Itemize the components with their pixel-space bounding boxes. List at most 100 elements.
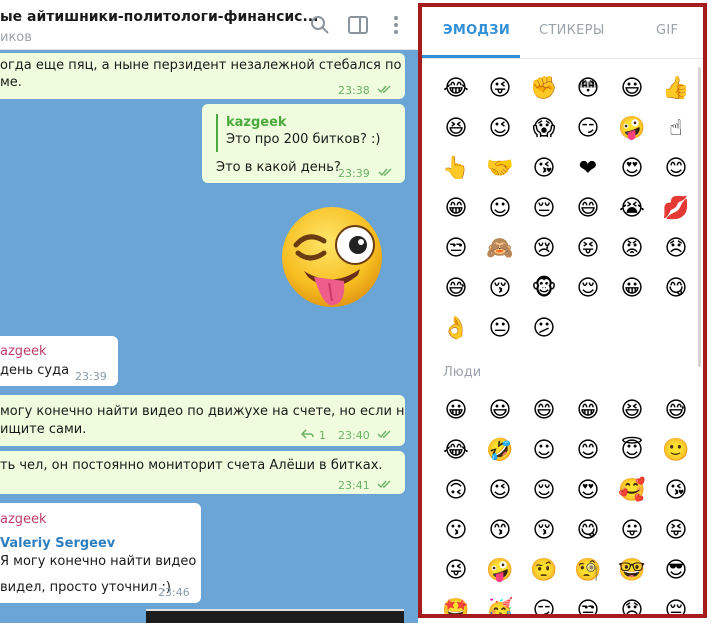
- emoji-item[interactable]: 👌: [442, 315, 470, 343]
- message-incoming[interactable]: azgeek Valeriy Sergeev Я могу конечно на…: [0, 503, 201, 603]
- emoji-item[interactable]: 😅: [442, 275, 470, 303]
- emoji-item[interactable]: 😐: [486, 315, 514, 343]
- emoji-item[interactable]: 😂: [442, 75, 470, 103]
- search-icon[interactable]: [309, 14, 331, 36]
- emoji-item[interactable]: 🤪: [486, 557, 514, 585]
- replies-count[interactable]: 1: [319, 427, 326, 444]
- emoji-item[interactable]: 😝: [574, 235, 602, 263]
- emoji-item[interactable]: 👆: [442, 155, 470, 183]
- emoji-item[interactable]: 😘: [530, 155, 558, 183]
- emoji-item[interactable]: 🥳: [486, 597, 514, 614]
- message-outgoing[interactable]: могу конечно найти видео по движухе на с…: [0, 395, 405, 446]
- forwarded-author[interactable]: Valeriy Sergeev: [0, 535, 115, 552]
- emoji-item[interactable]: 🤩: [442, 597, 470, 614]
- message-outgoing[interactable]: огда еще пяц, а ныне перзидент незалежно…: [0, 53, 405, 99]
- emoji-item[interactable]: 😍: [574, 477, 602, 505]
- emoji-item[interactable]: 😌: [574, 275, 602, 303]
- tab-gif[interactable]: GIF: [656, 23, 678, 38]
- emoji-item[interactable]: 😆: [442, 115, 470, 143]
- emoji-item[interactable]: 😝: [662, 517, 690, 545]
- emoji-item[interactable]: 😔: [662, 597, 690, 614]
- emoji-item[interactable]: 😡: [618, 235, 646, 263]
- emoji-item[interactable]: 😔: [530, 195, 558, 223]
- emoji-item[interactable]: 😜: [442, 557, 470, 585]
- message-incoming[interactable]: azgeek день суда 23:39: [0, 336, 118, 386]
- emoji-item[interactable]: 😚: [486, 275, 514, 303]
- emoji-item[interactable]: 😘: [662, 477, 690, 505]
- emoji-item[interactable]: 😛: [618, 517, 646, 545]
- tab-stickers[interactable]: СТИКЕРЫ: [539, 23, 605, 38]
- emoji-item[interactable]: ❤: [574, 155, 602, 183]
- emoji-item[interactable]: 😆: [618, 397, 646, 425]
- emoji-item[interactable]: 🤨: [530, 557, 558, 585]
- emoji-item[interactable]: 😱: [530, 115, 558, 143]
- emoji-item[interactable]: ☺: [530, 437, 558, 465]
- emoji-item[interactable]: 😞: [662, 235, 690, 263]
- emoji-item[interactable]: 🙃: [442, 477, 470, 505]
- emoji-item[interactable]: 🧐: [574, 557, 602, 585]
- message-outgoing[interactable]: ть чел, он постоянно мониторит счета Алё…: [0, 451, 405, 494]
- emoji-item[interactable]: 😀: [442, 397, 470, 425]
- emoji-item[interactable]: 😅: [662, 397, 690, 425]
- emoji-item[interactable]: 🤓: [618, 557, 646, 585]
- emoji-item[interactable]: 😚: [530, 517, 558, 545]
- emoji-item[interactable]: 😍: [618, 155, 646, 183]
- emoji-item[interactable]: 😀: [618, 275, 646, 303]
- reply-quote[interactable]: kazgeek Это про 200 битков? :): [216, 114, 381, 152]
- emoji-item[interactable]: 🥰: [618, 477, 646, 505]
- tab-emoji[interactable]: ЭМОДЗИ: [443, 23, 510, 38]
- emoji-item[interactable]: 😭: [618, 195, 646, 223]
- emoji-item[interactable]: 😌: [530, 477, 558, 505]
- emoji-item[interactable]: 🤣: [486, 437, 514, 465]
- message-outgoing[interactable]: kazgeek Это про 200 битков? :) Это в как…: [202, 104, 405, 183]
- emoji-item[interactable]: 😄: [530, 397, 558, 425]
- message-text: могу конечно найти видео по движухе на с…: [0, 404, 405, 419]
- emoji-item[interactable]: 💋: [662, 195, 690, 223]
- emoji-item[interactable]: 😋: [574, 517, 602, 545]
- winking-tongue-sticker[interactable]: [280, 205, 385, 313]
- emoji-item[interactable]: 😁: [442, 195, 470, 223]
- chat-title[interactable]: ые айтишники-политологи-финансис...: [0, 9, 318, 25]
- emoji-item[interactable]: 🙈: [486, 235, 514, 263]
- emoji-item[interactable]: 😃: [618, 75, 646, 103]
- emoji-item[interactable]: 🐵: [530, 275, 558, 303]
- emoji-item[interactable]: 🙂: [662, 437, 690, 465]
- emoji-item[interactable]: ✊: [530, 75, 558, 103]
- reply-arrow-icon[interactable]: [300, 428, 314, 440]
- emoji-item[interactable]: ☺: [486, 195, 514, 223]
- emoji-item[interactable]: 😏: [574, 115, 602, 143]
- scrollbar[interactable]: [698, 67, 701, 367]
- emoji-item[interactable]: ☝: [662, 115, 690, 143]
- emoji-item[interactable]: 😗: [442, 517, 470, 545]
- emoji-item[interactable]: 😇: [618, 437, 646, 465]
- emoji-item[interactable]: 😊: [574, 437, 602, 465]
- video-preview[interactable]: [146, 609, 404, 623]
- emoji-item[interactable]: 😉: [486, 115, 514, 143]
- emoji-item[interactable]: 👍: [662, 75, 690, 103]
- emoji-item[interactable]: 😂: [442, 437, 470, 465]
- emoji-item[interactable]: 😳: [574, 75, 602, 103]
- emoji-item[interactable]: 😒: [442, 235, 470, 263]
- emoji-item[interactable]: 😜: [486, 75, 514, 103]
- emoji-item[interactable]: 😎: [662, 557, 690, 585]
- emoji-item[interactable]: 😕: [530, 315, 558, 343]
- emoji-item[interactable]: 😙: [486, 517, 514, 545]
- emoji-item[interactable]: 😃: [486, 397, 514, 425]
- message-author[interactable]: azgeek: [0, 511, 47, 528]
- emoji-item[interactable]: 😊: [662, 155, 690, 183]
- emoji-item[interactable]: 😁: [574, 397, 602, 425]
- chat-header[interactable]: ые айтишники-политологи-финансис... иков: [0, 0, 418, 50]
- emoji-item[interactable]: 😉: [486, 477, 514, 505]
- emoji-item[interactable]: 🤪: [618, 115, 646, 143]
- more-options-icon[interactable]: [385, 14, 407, 36]
- message-text: ищите сами.: [0, 422, 87, 437]
- message-author[interactable]: azgeek: [0, 343, 47, 360]
- emoji-item[interactable]: 🤝: [486, 155, 514, 183]
- emoji-item[interactable]: 😞: [618, 597, 646, 614]
- emoji-item[interactable]: 😏: [530, 597, 558, 614]
- emoji-item[interactable]: 😋: [662, 275, 690, 303]
- emoji-item[interactable]: 😢: [530, 235, 558, 263]
- emoji-item[interactable]: 😄: [574, 195, 602, 223]
- sidebar-toggle-icon[interactable]: [347, 14, 369, 36]
- emoji-item[interactable]: 😒: [574, 597, 602, 614]
